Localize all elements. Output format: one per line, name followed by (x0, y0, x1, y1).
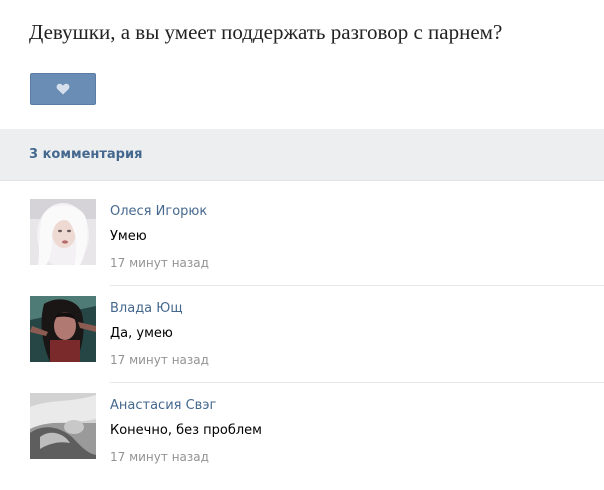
comment-author[interactable]: Влада Ющ (110, 301, 183, 316)
comments-header: 3 комментария (0, 129, 604, 181)
divider (110, 382, 604, 383)
divider (110, 285, 604, 286)
comments-count[interactable]: 3 комментария (29, 147, 142, 162)
avatar-photo (30, 393, 96, 459)
avatar[interactable] (30, 296, 96, 362)
avatar-photo (30, 199, 96, 265)
comment-time[interactable]: 17 минут назад (110, 353, 209, 367)
heart-icon (56, 83, 70, 95)
comment-time[interactable]: 17 минут назад (110, 450, 209, 464)
comment-text: Да, умею (110, 326, 173, 341)
avatar[interactable] (30, 393, 96, 459)
post-title: Девушки, а вы умеет поддержать разговор … (29, 20, 503, 44)
like-button[interactable] (30, 73, 96, 105)
avatar[interactable] (30, 199, 96, 265)
avatar-photo (30, 296, 96, 362)
comment-time[interactable]: 17 минут назад (110, 256, 209, 270)
comment-item: Анастасия Свэг Конечно, без проблем 17 м… (0, 393, 604, 490)
comment-author[interactable]: Анастасия Свэг (110, 398, 216, 413)
comment-item: Олеся Игорюк Умею 17 минут назад (0, 199, 604, 296)
comment-author[interactable]: Олеся Игорюк (110, 204, 207, 219)
comment-item: Влада Ющ Да, умею 17 минут назад (0, 296, 604, 393)
comment-text: Конечно, без проблем (110, 423, 262, 438)
comment-text: Умею (110, 229, 147, 244)
